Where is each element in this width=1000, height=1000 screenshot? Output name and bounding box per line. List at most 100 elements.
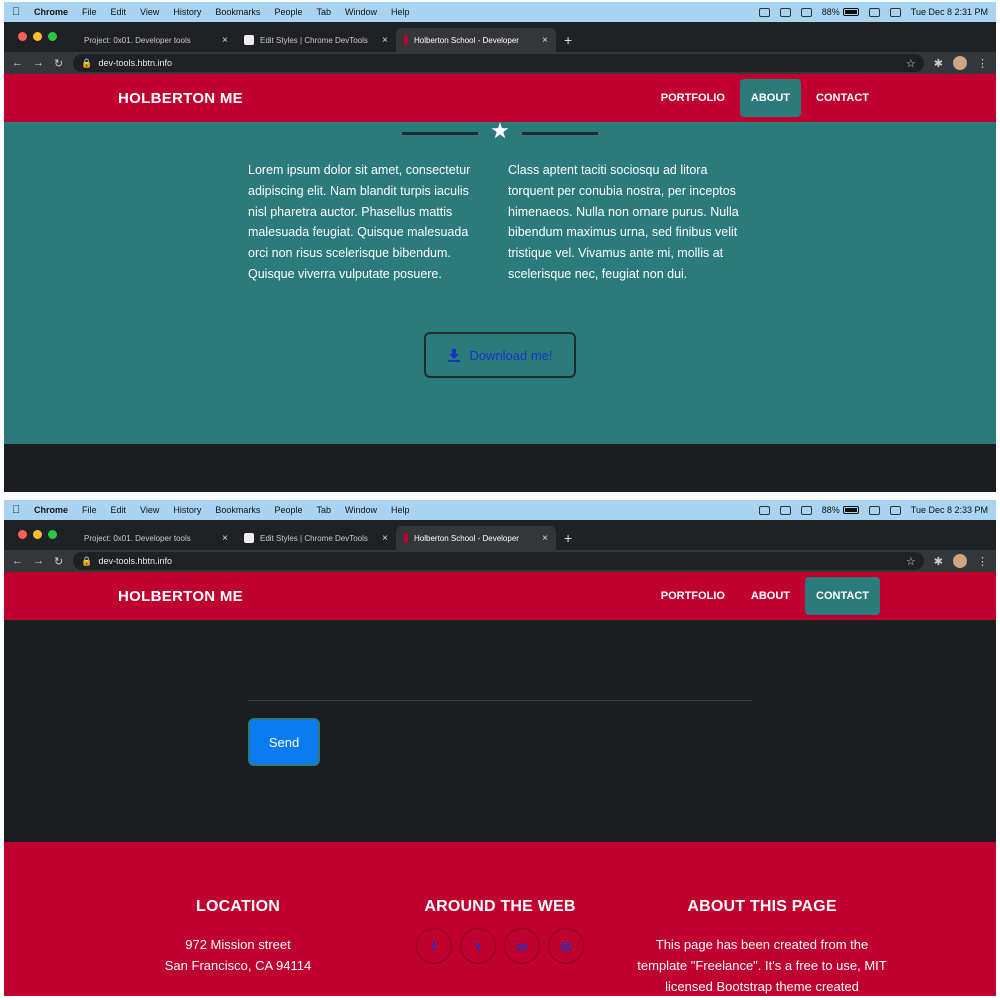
reload-icon[interactable]: ↻ [54, 555, 63, 568]
browser-tabbar: Project: 0x01. Developer tools × Edit St… [4, 520, 996, 550]
menu-app[interactable]: Chrome [34, 505, 68, 515]
around-web-title: AROUND THE WEB [424, 898, 576, 915]
browser-tab[interactable]: Edit Styles | Chrome DevTools × [236, 28, 396, 52]
address-bar[interactable]: 🔒 dev-tools.hbtn.info ☆ [73, 54, 924, 72]
bookmark-star-icon[interactable]: ☆ [906, 555, 916, 568]
menu-help[interactable]: Help [391, 7, 410, 17]
tab-title: Holberton School - Developer [414, 35, 519, 45]
close-window-icon[interactable] [18, 32, 27, 41]
minimize-window-icon[interactable] [33, 530, 42, 539]
wifi-icon[interactable] [868, 7, 880, 17]
browser-tabbar: Project: 0x01. Developer tools × Edit St… [4, 22, 996, 52]
browser-tab-active[interactable]: Holberton School - Developer × [396, 526, 556, 550]
minimize-window-icon[interactable] [33, 32, 42, 41]
extensions-icon[interactable]: ✱ [934, 57, 943, 70]
status-icon[interactable] [758, 7, 770, 17]
browser-tab[interactable]: Project: 0x01. Developer tools × [76, 28, 236, 52]
back-icon[interactable]: ← [12, 57, 23, 69]
nav-contact[interactable]: CONTACT [805, 79, 880, 117]
menu-people[interactable]: People [274, 505, 302, 515]
site-brand[interactable]: HOLBERTON ME [118, 90, 243, 107]
menu-edit[interactable]: Edit [111, 7, 127, 17]
forward-icon[interactable]: → [33, 57, 44, 69]
menu-history[interactable]: History [173, 7, 201, 17]
menu-bookmarks[interactable]: Bookmarks [215, 505, 260, 515]
forward-icon[interactable]: → [33, 555, 44, 567]
new-tab-button[interactable]: + [564, 530, 572, 546]
apple-icon[interactable]:  [12, 6, 24, 18]
facebook-icon[interactable]: f [416, 928, 452, 964]
wifi-icon[interactable] [868, 505, 880, 515]
maximize-window-icon[interactable] [48, 32, 57, 41]
send-button[interactable]: Send [248, 718, 320, 766]
extensions-icon[interactable]: ✱ [934, 555, 943, 568]
browser-toolbar: ← → ↻ 🔒 dev-tools.hbtn.info ☆ ✱ ⋮ [4, 52, 996, 74]
nav-about[interactable]: ABOUT [740, 577, 801, 615]
status-icon[interactable] [800, 7, 812, 17]
bookmark-star-icon[interactable]: ☆ [906, 57, 916, 70]
profile-avatar[interactable] [953, 56, 967, 70]
dribbble-icon[interactable]: ◎ [548, 928, 584, 964]
url-text: dev-tools.hbtn.info [98, 556, 172, 566]
menu-history[interactable]: History [173, 505, 201, 515]
menu-bookmarks[interactable]: Bookmarks [215, 7, 260, 17]
menu-tab[interactable]: Tab [316, 7, 331, 17]
nav-portfolio[interactable]: PORTFOLIO [650, 577, 736, 615]
nav-contact[interactable]: CONTACT [805, 577, 880, 615]
star-icon: ★ [490, 118, 510, 143]
close-tab-icon[interactable]: × [542, 35, 548, 46]
twitter-icon[interactable]: t [460, 928, 496, 964]
menu-edit[interactable]: Edit [111, 505, 127, 515]
more-menu-icon[interactable]: ⋮ [977, 555, 988, 568]
about-left-text: Lorem ipsum dolor sit amet, consectetur … [248, 163, 471, 281]
battery-icon [842, 506, 859, 514]
battery-icon [842, 8, 859, 16]
menu-people[interactable]: People [274, 7, 302, 17]
new-tab-button[interactable]: + [564, 32, 572, 48]
close-tab-icon[interactable]: × [382, 533, 388, 544]
profile-avatar[interactable] [953, 554, 967, 568]
status-icon[interactable] [758, 505, 770, 515]
address-bar[interactable]: 🔒 dev-tools.hbtn.info ☆ [73, 552, 924, 570]
search-icon[interactable] [889, 505, 901, 515]
download-label: Download me! [469, 347, 553, 363]
battery-indicator[interactable]: 88% [822, 505, 859, 515]
back-icon[interactable]: ← [12, 555, 23, 567]
close-window-icon[interactable] [18, 530, 27, 539]
menu-help[interactable]: Help [391, 505, 410, 515]
nav-about[interactable]: ABOUT [739, 79, 802, 117]
menu-view[interactable]: View [140, 7, 159, 17]
close-tab-icon[interactable]: × [222, 35, 228, 46]
linkedin-icon[interactable]: in [504, 928, 540, 964]
star-divider: ★ [402, 120, 598, 142]
menu-file[interactable]: File [82, 7, 97, 17]
clock[interactable]: Tue Dec 8 2:31 PM [911, 7, 988, 17]
status-icon[interactable] [779, 7, 791, 17]
clock[interactable]: Tue Dec 8 2:33 PM [911, 505, 988, 515]
browser-tab-active[interactable]: Holberton School - Developer × [396, 28, 556, 52]
menu-window[interactable]: Window [345, 505, 377, 515]
form-field-underline[interactable] [248, 700, 752, 701]
close-tab-icon[interactable]: × [542, 533, 548, 544]
site-brand[interactable]: HOLBERTON ME [118, 588, 243, 605]
reload-icon[interactable]: ↻ [54, 57, 63, 70]
browser-tab[interactable]: Project: 0x01. Developer tools × [76, 526, 236, 550]
download-button[interactable]: Download me! [424, 332, 576, 378]
browser-tab[interactable]: Edit Styles | Chrome DevTools × [236, 526, 396, 550]
close-tab-icon[interactable]: × [382, 35, 388, 46]
status-icon[interactable] [779, 505, 791, 515]
menu-tab[interactable]: Tab [316, 505, 331, 515]
apple-icon[interactable]:  [12, 504, 24, 516]
more-menu-icon[interactable]: ⋮ [977, 57, 988, 70]
search-icon[interactable] [889, 7, 901, 17]
battery-indicator[interactable]: 88% [822, 7, 859, 17]
status-icon[interactable] [800, 505, 812, 515]
menu-view[interactable]: View [140, 505, 159, 515]
close-tab-icon[interactable]: × [222, 533, 228, 544]
menu-app[interactable]: Chrome [34, 7, 68, 17]
nav-portfolio[interactable]: PORTFOLIO [650, 79, 736, 117]
menu-file[interactable]: File [82, 505, 97, 515]
menu-window[interactable]: Window [345, 7, 377, 17]
maximize-window-icon[interactable] [48, 530, 57, 539]
battery-percent: 88% [821, 505, 840, 515]
